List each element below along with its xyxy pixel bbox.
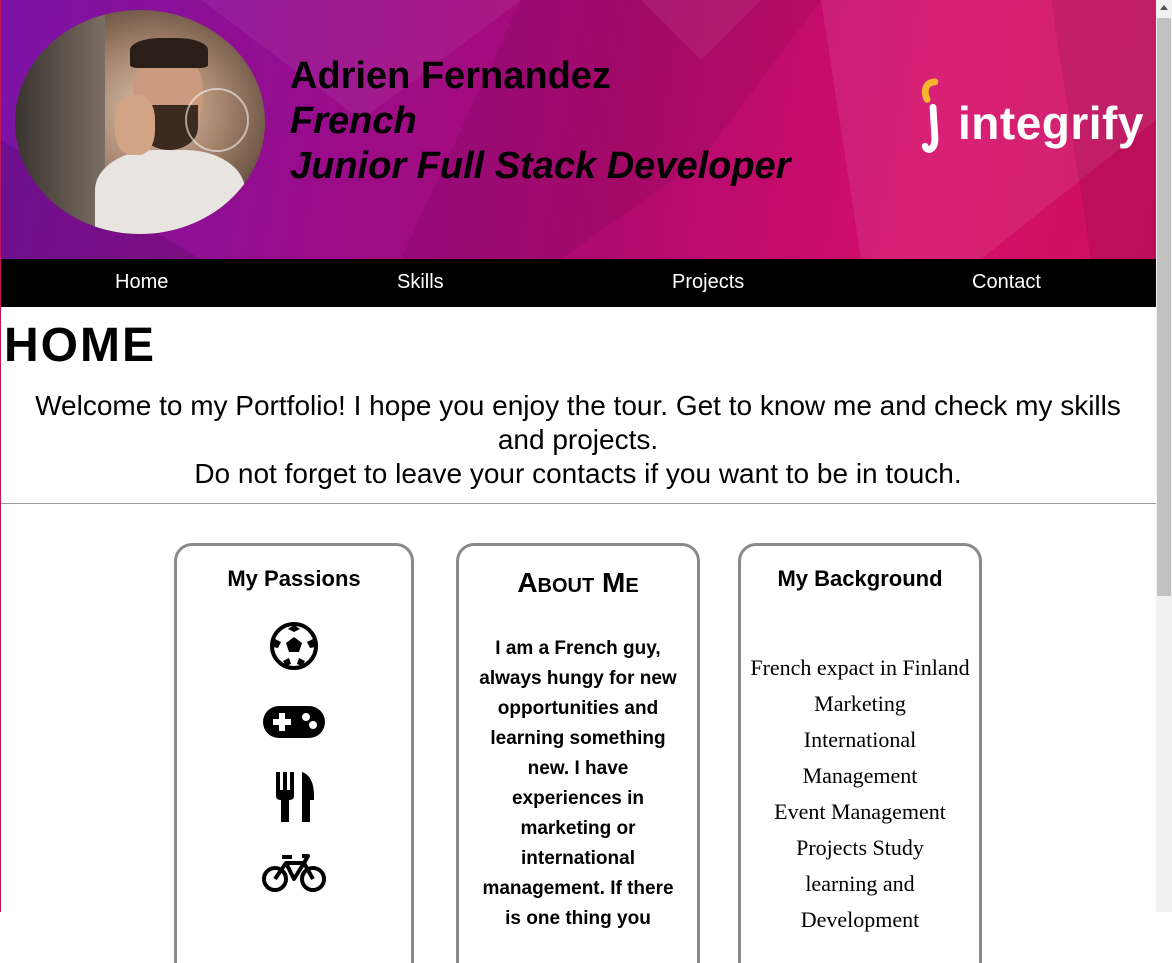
about-card: About Me I am a French guy, always hungy… — [456, 543, 700, 963]
vertical-scrollbar[interactable] — [1156, 0, 1172, 912]
background-card: My Background French expact in Finland M… — [738, 543, 982, 963]
nav-projects[interactable]: Projects — [672, 271, 744, 294]
main-nav: Home Skills Projects Contact — [1, 259, 1156, 307]
person-nationality: French — [290, 100, 417, 142]
list-item: Event Management — [774, 799, 946, 824]
header-title: Adrien Fernandez French Junior Full Stac… — [290, 54, 790, 189]
passions-card: My Passions — [174, 543, 414, 963]
profile-photo — [15, 10, 265, 234]
header-banner: Adrien Fernandez French Junior Full Stac… — [1, 0, 1156, 259]
list-item: French expact in Finland — [750, 655, 970, 680]
person-name: Adrien Fernandez — [290, 55, 611, 97]
soccer-ball-icon — [270, 622, 318, 670]
person-role: Junior Full Stack Developer — [290, 145, 791, 187]
bicycle-icon — [262, 854, 326, 892]
background-title: My Background — [777, 566, 943, 591]
page-title: HOME — [4, 319, 156, 372]
list-item: International Management — [802, 727, 918, 788]
nav-skills[interactable]: Skills — [397, 271, 444, 294]
gamepad-icon — [263, 706, 325, 738]
logo-text: integrify — [958, 97, 1144, 149]
welcome-line-2: Do not forget to leave your contacts if … — [194, 458, 962, 489]
nav-contact[interactable]: Contact — [972, 271, 1041, 294]
cutlery-icon — [276, 772, 314, 822]
scroll-up-arrow-icon[interactable] — [1156, 0, 1172, 16]
nav-home[interactable]: Home — [115, 271, 168, 294]
about-title: About Me — [517, 567, 639, 598]
list-item: Marketing — [814, 691, 906, 716]
welcome-text: Welcome to my Portfolio! I hope you enjo… — [18, 389, 1138, 491]
about-text: I am a French guy, always hungy for new … — [479, 638, 677, 929]
welcome-line-1: Welcome to my Portfolio! I hope you enjo… — [35, 390, 1121, 455]
scrollbar-thumb[interactable] — [1157, 18, 1171, 596]
passions-title: My Passions — [227, 566, 361, 591]
integrify-logo-icon — [921, 78, 939, 153]
list-item: Projects Study — [796, 835, 924, 860]
background-list: French expact in Finland Marketing Inter… — [741, 650, 979, 938]
list-item: learning and Development — [800, 871, 920, 932]
section-divider — [1, 503, 1156, 504]
